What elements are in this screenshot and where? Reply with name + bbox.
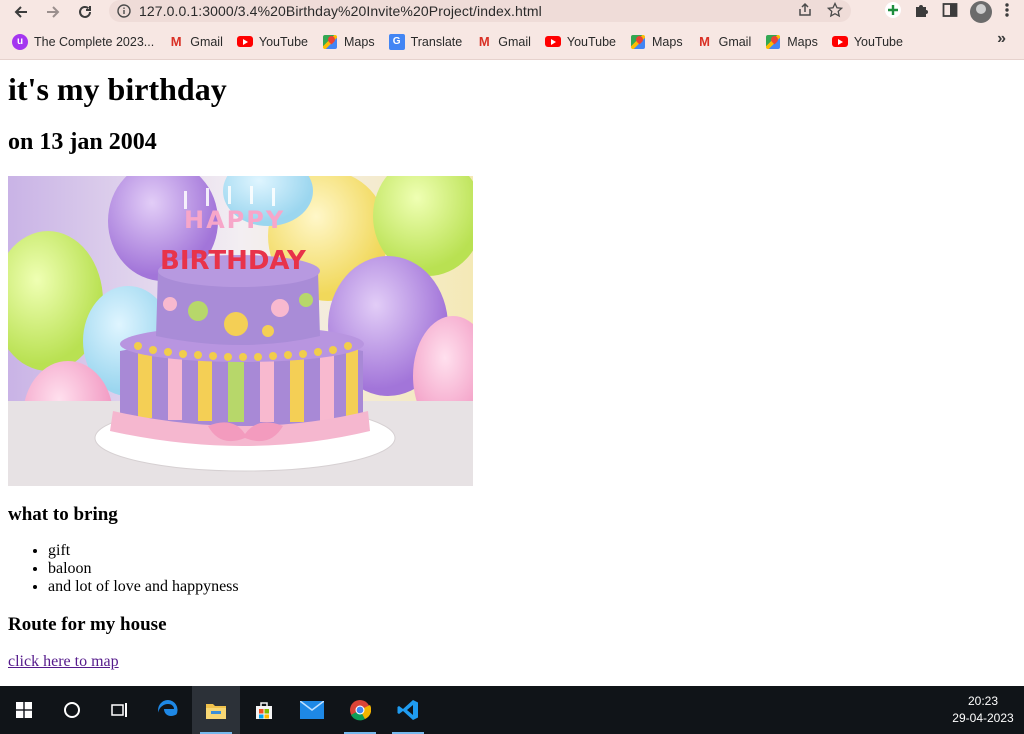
- share-icon[interactable]: [797, 2, 813, 22]
- maps-icon: [322, 34, 338, 50]
- gmail-icon: M: [699, 34, 711, 49]
- menu-kebab-icon[interactable]: [1004, 2, 1010, 23]
- bookmark-item[interactable]: M Gmail: [697, 30, 752, 54]
- udemy-icon: u: [12, 33, 28, 50]
- list-item: gift: [48, 542, 1016, 560]
- bookmark-label: Gmail: [498, 34, 531, 49]
- browser-toolbar: 127.0.0.1:3000/3.4%20Birthday%20Invite%2…: [0, 0, 1024, 24]
- svg-text:HAPPY: HAPPY: [184, 206, 285, 234]
- clock-time: 20:23: [967, 694, 999, 708]
- gmail-icon: M: [478, 34, 490, 49]
- bookmark-label: YouTube: [258, 34, 308, 49]
- youtube-icon: [236, 34, 253, 50]
- bookmarks-bar: u The Complete 2023... M Gmail YouTube M…: [0, 24, 1024, 60]
- bookmark-item[interactable]: M Gmail: [168, 30, 223, 54]
- task-view-icon[interactable]: [96, 686, 144, 734]
- svg-text:BIRTHDAY: BIRTHDAY: [160, 246, 307, 276]
- profile-avatar[interactable]: [970, 1, 992, 23]
- bookmark-label: Translate: [410, 34, 463, 49]
- maps-icon: [630, 34, 646, 50]
- bookmark-label: Maps: [652, 34, 683, 49]
- bookmark-label: The Complete 2023...: [34, 34, 155, 49]
- system-clock[interactable]: 20:23 29-04-2023: [948, 686, 1018, 734]
- bookmark-item[interactable]: Maps: [322, 30, 375, 54]
- site-info-icon[interactable]: [109, 4, 139, 18]
- youtube-icon: [544, 34, 561, 50]
- bookmark-item[interactable]: YouTube: [831, 30, 903, 54]
- bookmark-label: YouTube: [566, 34, 617, 49]
- mail-icon[interactable]: [288, 686, 336, 734]
- side-panel-icon[interactable]: [942, 2, 958, 23]
- gmail-icon: M: [170, 34, 182, 49]
- list-item: and lot of love and happyness: [48, 578, 1016, 596]
- bookmark-label: YouTube: [853, 34, 903, 49]
- bookmark-item[interactable]: Maps: [765, 30, 818, 54]
- taskbar: 20:23 29-04-2023: [0, 686, 1024, 734]
- translate-icon: G: [388, 33, 405, 50]
- bookmark-item[interactable]: YouTube: [544, 30, 617, 54]
- bookmark-item[interactable]: G Translate: [388, 30, 463, 54]
- bookmark-item[interactable]: M Gmail: [476, 30, 531, 54]
- start-icon[interactable]: [0, 686, 48, 734]
- vscode-icon[interactable]: [384, 686, 432, 734]
- reload-icon[interactable]: [73, 0, 97, 24]
- search-icon[interactable]: [48, 686, 96, 734]
- store-icon[interactable]: [240, 686, 288, 734]
- edge-icon[interactable]: [144, 686, 192, 734]
- bookmark-label: Gmail: [718, 34, 752, 49]
- bookmark-label: Gmail: [190, 34, 223, 49]
- bring-heading: what to bring: [8, 504, 118, 525]
- bookmark-star-icon[interactable]: [826, 1, 844, 22]
- bookmark-item[interactable]: Maps: [630, 30, 683, 54]
- list-item: baloon: [48, 560, 1016, 578]
- bookmarks-overflow-icon[interactable]: »: [997, 30, 1006, 48]
- file-explorer-icon[interactable]: [192, 686, 240, 734]
- extension-plus-icon[interactable]: [884, 1, 902, 24]
- url-text[interactable]: 127.0.0.1:3000/3.4%20Birthday%20Invite%2…: [139, 3, 542, 19]
- address-bar[interactable]: 127.0.0.1:3000/3.4%20Birthday%20Invite%2…: [109, 0, 851, 22]
- map-link[interactable]: click here to map: [8, 653, 119, 670]
- extensions-puzzle-icon[interactable]: [914, 2, 930, 23]
- page-content: it's my birthday on 13 jan 2004 HAPPY BI…: [8, 61, 1016, 671]
- bookmark-label: Maps: [344, 34, 375, 49]
- back-icon[interactable]: [9, 0, 33, 24]
- happy-lettering: HAPPY: [184, 206, 285, 234]
- youtube-icon: [831, 34, 848, 50]
- forward-icon[interactable]: [41, 0, 65, 24]
- birthday-cake-image: HAPPY BIRTHDAY: [8, 176, 473, 486]
- bring-list: gift baloon and lot of love and happynes…: [8, 542, 1016, 596]
- event-date: on 13 jan 2004: [8, 129, 157, 155]
- maps-icon: [765, 34, 781, 50]
- bookmark-item[interactable]: YouTube: [236, 30, 308, 54]
- bookmark-item[interactable]: u The Complete 2023...: [12, 30, 154, 54]
- bookmark-label: Maps: [787, 34, 818, 49]
- clock-date: 29-04-2023: [952, 711, 1014, 725]
- chrome-icon[interactable]: [336, 686, 384, 734]
- route-heading: Route for my house: [8, 614, 167, 635]
- page-title: it's my birthday: [8, 71, 227, 107]
- birthday-lettering: BIRTHDAY: [160, 246, 307, 276]
